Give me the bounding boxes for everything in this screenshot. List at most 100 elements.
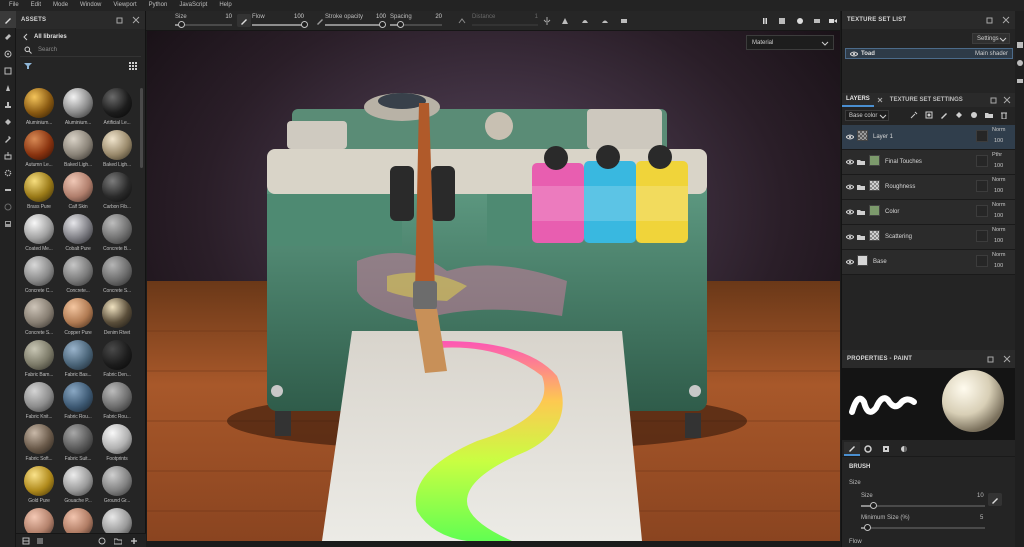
menu-edit[interactable]: Edit bbox=[25, 0, 47, 11]
brush-size-value[interactable]: 10 bbox=[977, 493, 984, 499]
tab-alpha[interactable] bbox=[860, 442, 876, 456]
material-thumbnail[interactable]: Concrete... bbox=[59, 256, 97, 297]
tab-layers[interactable]: LAYERS bbox=[842, 93, 874, 107]
side-dock-icon-3[interactable] bbox=[1016, 77, 1024, 85]
picker-tool[interactable] bbox=[0, 130, 16, 147]
material-mode-dropdown[interactable]: Material bbox=[746, 35, 834, 50]
slider-handle[interactable] bbox=[177, 21, 185, 28]
material-thumbnail[interactable]: Brass Pure bbox=[20, 172, 58, 213]
projection-tool[interactable] bbox=[0, 45, 16, 62]
material-thumbnail[interactable]: Footprints bbox=[98, 424, 136, 465]
screenshot-dropdown[interactable] bbox=[810, 14, 824, 27]
paint-brush-tool[interactable] bbox=[0, 11, 16, 28]
measure-tool[interactable] bbox=[0, 181, 16, 198]
side-dock-icon[interactable] bbox=[1016, 41, 1024, 49]
layer-opacity[interactable]: 100 bbox=[994, 238, 1003, 244]
material-thumbnail[interactable]: Ground Gr... bbox=[98, 466, 136, 507]
add-icon[interactable] bbox=[130, 537, 138, 545]
eye-icon[interactable] bbox=[846, 183, 854, 191]
3d-viewport[interactable]: Material bbox=[147, 31, 840, 541]
layer-mask-slot[interactable] bbox=[976, 205, 988, 217]
lazy-mouse-toggle[interactable] bbox=[455, 14, 469, 27]
layer-blend-mode[interactable]: Pthr bbox=[992, 152, 1002, 158]
export-tool[interactable] bbox=[0, 215, 16, 232]
material-thumbnail[interactable]: Concrete S... bbox=[20, 298, 58, 339]
tab-material[interactable] bbox=[896, 442, 912, 456]
layer-opacity[interactable]: 100 bbox=[994, 138, 1003, 144]
layer-name[interactable]: Base bbox=[873, 259, 887, 265]
layer-row[interactable]: Color Norm 100 bbox=[842, 200, 1016, 225]
camera-button[interactable] bbox=[826, 14, 840, 27]
material-thumbnail[interactable]: Carbon Fib... bbox=[98, 172, 136, 213]
slider-handle[interactable] bbox=[870, 502, 878, 509]
settings-tool[interactable] bbox=[0, 164, 16, 181]
material-thumbnail[interactable] bbox=[59, 508, 97, 533]
size-slider[interactable] bbox=[175, 21, 232, 28]
material-thumbnail[interactable]: Calf Skin bbox=[59, 172, 97, 213]
material-thumbnail[interactable]: Fabric Rou... bbox=[59, 382, 97, 423]
menu-window[interactable]: Window bbox=[74, 0, 107, 11]
add-mask-icon[interactable] bbox=[925, 111, 933, 119]
layer-opacity[interactable]: 100 bbox=[994, 213, 1003, 219]
layer-row[interactable]: Roughness Norm 100 bbox=[842, 175, 1016, 200]
add-effect-icon[interactable] bbox=[910, 111, 918, 119]
material-thumbnail[interactable]: Cobalt Pure bbox=[59, 214, 97, 255]
folder-icon[interactable] bbox=[857, 233, 865, 241]
layer-name[interactable]: Scattering bbox=[885, 234, 912, 240]
material-thumbnail[interactable]: Fabric Bas... bbox=[59, 340, 97, 381]
material-thumbnail[interactable]: Artificial Le... bbox=[98, 88, 136, 129]
layer-blend-mode[interactable]: Norm bbox=[992, 202, 1005, 208]
fill-tool[interactable] bbox=[0, 113, 16, 130]
shading-dropdown[interactable] bbox=[793, 14, 807, 27]
material-thumbnail[interactable]: Concrete C... bbox=[20, 256, 58, 297]
flow-value[interactable]: 100 bbox=[288, 14, 304, 20]
material-thumbnail[interactable]: Fabric Den... bbox=[98, 340, 136, 381]
layer-row[interactable]: Layer 1 Norm 100 bbox=[842, 125, 1016, 150]
symmetry-button[interactable] bbox=[540, 14, 554, 27]
folder-icon[interactable] bbox=[114, 537, 122, 545]
shader-name[interactable]: Main shader bbox=[975, 51, 1008, 57]
slider-handle[interactable] bbox=[397, 21, 405, 28]
layer-mask-slot[interactable] bbox=[976, 130, 988, 142]
brush-size-slider[interactable] bbox=[861, 502, 985, 509]
eye-icon[interactable] bbox=[850, 50, 858, 58]
slider-handle[interactable] bbox=[864, 524, 872, 531]
layer-blend-mode[interactable]: Norm bbox=[992, 127, 1005, 133]
minimum-size-slider[interactable] bbox=[861, 524, 985, 531]
delete-icon[interactable] bbox=[1000, 111, 1008, 119]
material-thumbnail[interactable]: Fabric Bam... bbox=[20, 340, 58, 381]
slider-handle[interactable] bbox=[379, 21, 386, 28]
layer-name[interactable]: Color bbox=[885, 209, 899, 215]
menu-viewport[interactable]: Viewport bbox=[107, 0, 142, 11]
layer-mask-slot[interactable] bbox=[976, 180, 988, 192]
preview-sphere-icon[interactable] bbox=[98, 537, 106, 545]
minimum-size-value[interactable]: 5 bbox=[980, 515, 983, 521]
material-thumbnail[interactable]: Concrete S... bbox=[98, 256, 136, 297]
material-thumbnail[interactable]: Fabric Suit... bbox=[59, 424, 97, 465]
stroke-opacity-slider[interactable] bbox=[325, 21, 386, 28]
add-fill-layer-icon[interactable] bbox=[955, 111, 963, 119]
material-thumbnail[interactable]: Gold Pure bbox=[20, 466, 58, 507]
layer-blend-mode[interactable]: Norm bbox=[992, 177, 1005, 183]
tab-brush[interactable] bbox=[844, 442, 860, 456]
mirror-y-button[interactable] bbox=[578, 14, 592, 27]
smudge-tool[interactable] bbox=[0, 79, 16, 96]
tab-texture-set-settings[interactable]: TEXTURE SET SETTINGS bbox=[884, 97, 969, 103]
mirror-x-button[interactable] bbox=[558, 14, 572, 27]
history-tool[interactable] bbox=[0, 198, 16, 215]
undock-icon[interactable] bbox=[987, 355, 995, 363]
material-thumbnail[interactable]: Gouache P... bbox=[59, 466, 97, 507]
material-thumbnail[interactable]: Autumn Le... bbox=[20, 130, 58, 171]
material-thumbnail[interactable] bbox=[20, 508, 58, 533]
display-mode-dropdown[interactable] bbox=[775, 14, 789, 27]
undock-icon[interactable] bbox=[116, 16, 124, 24]
close-icon[interactable] bbox=[1003, 355, 1011, 363]
filter-icon[interactable] bbox=[24, 62, 32, 70]
folder-icon[interactable] bbox=[857, 158, 865, 166]
layer-name[interactable]: Final Touches bbox=[885, 159, 922, 165]
side-dock-icon-2[interactable] bbox=[1016, 59, 1024, 67]
eye-icon[interactable] bbox=[846, 233, 854, 241]
add-paint-layer-icon[interactable] bbox=[940, 111, 948, 119]
undock-icon[interactable] bbox=[986, 16, 994, 24]
bake-tool[interactable] bbox=[0, 147, 16, 164]
